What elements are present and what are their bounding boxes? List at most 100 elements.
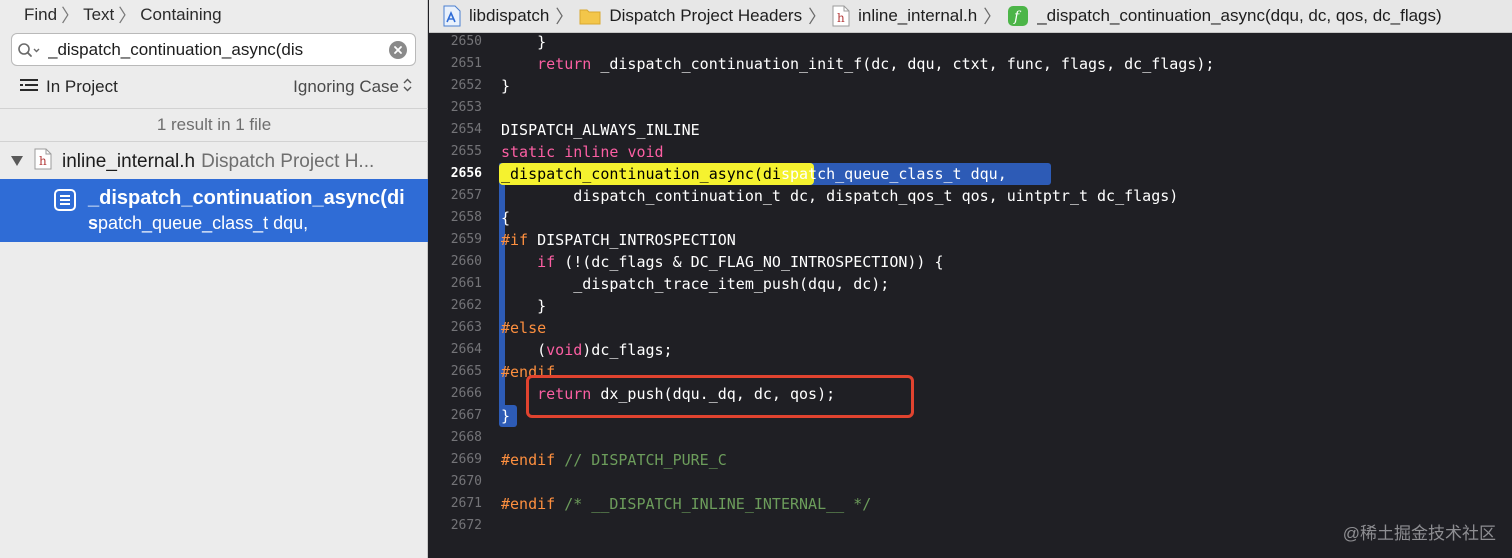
jumpbar-project-label: libdispatch <box>469 6 550 25</box>
scope-list-icon <box>20 77 38 97</box>
xcode-project-icon <box>443 5 461 27</box>
line-number: 2664 <box>450 342 482 357</box>
code-line[interactable]: 2668 <box>429 427 1512 449</box>
code-line[interactable]: 2656 _dispatch_continuation_async(dispatc… <box>429 163 1512 185</box>
line-number: 2652 <box>450 78 482 93</box>
case-option-label: Ignoring Case <box>293 77 399 96</box>
line-source: { <box>501 209 511 227</box>
line-number: 2663 <box>450 320 482 335</box>
result-context-text: spatch_queue_class_t dqu, <box>88 213 308 234</box>
line-number: 2654 <box>450 122 482 137</box>
code-line[interactable]: 2651 return _dispatch_continuation_init_… <box>429 53 1512 75</box>
result-file-group: Dispatch Project H... <box>201 150 375 172</box>
line-source: DISPATCH_ALWAYS_INLINE <box>501 121 700 139</box>
chevron-right-icon: 〉 <box>983 7 1002 27</box>
updown-chevron-icon <box>403 77 412 97</box>
results-summary: 1 result in 1 file <box>0 108 428 142</box>
line-number: 2669 <box>450 452 482 467</box>
find-navigator: Find 〉 Text 〉 Containing _dispatch_conti… <box>0 0 428 558</box>
result-match-tail: s <box>88 213 99 233</box>
line-source: (void)dc_flags; <box>501 341 673 359</box>
jumpbar-group-label: Dispatch Project Headers <box>609 6 803 25</box>
code-line[interactable]: 2654 DISPATCH_ALWAYS_INLINE <box>429 119 1512 141</box>
find-mode-containing[interactable]: Containing <box>140 5 221 25</box>
function-symbol-icon: f <box>1007 5 1029 27</box>
jump-bar: libdispatch 〉 Dispatch Project Headers 〉 <box>429 0 1512 33</box>
line-number: 2665 <box>450 364 482 379</box>
result-file-name: inline_internal.h <box>62 150 196 172</box>
find-mode-find[interactable]: Find <box>24 5 57 25</box>
line-number: 2668 <box>450 430 482 445</box>
search-icon[interactable] <box>12 33 48 66</box>
jumpbar-symbol[interactable]: f _dispatch_continuation_async(dqu, dc, … <box>1007 5 1442 27</box>
code-line[interactable]: 2671 #endif /* __DISPATCH_INLINE_INTERNAL… <box>429 493 1512 515</box>
find-mode-text[interactable]: Text <box>83 5 114 25</box>
search-scope-row: In Project Ignoring Case <box>0 72 428 102</box>
result-file-row[interactable]: h inline_internal.h Dispatch Project H..… <box>0 145 428 178</box>
code-line[interactable]: 2663 #else <box>429 317 1512 339</box>
line-source: #endif // DISPATCH_PURE_C <box>501 451 727 469</box>
source-editor: libdispatch 〉 Dispatch Project Headers 〉 <box>429 0 1512 558</box>
code-line[interactable]: 2659 #if DISPATCH_INTROSPECTION <box>429 229 1512 251</box>
code-line[interactable]: 2655 static inline void <box>429 141 1512 163</box>
line-number: 2657 <box>450 188 482 203</box>
xcode-window: Find 〉 Text 〉 Containing _dispatch_conti… <box>0 0 1512 558</box>
line-source: #endif /* __DISPATCH_INLINE_INTERNAL__ *… <box>501 495 872 513</box>
line-source: _dispatch_trace_item_push(dqu, dc); <box>501 275 890 293</box>
header-file-icon: h <box>832 5 850 27</box>
line-source: } <box>501 407 511 425</box>
code-line[interactable]: 2670 <box>429 471 1512 493</box>
svg-text:h: h <box>39 154 47 168</box>
code-line[interactable]: 2653 <box>429 97 1512 119</box>
watermark: @稀土掘金技术社区 <box>1342 524 1496 543</box>
search-result-item[interactable]: _dispatch_continuation_async(di spatch_q… <box>0 179 428 242</box>
jumpbar-file-label: inline_internal.h <box>858 6 978 25</box>
jumpbar-symbol-label: _dispatch_continuation_async(dqu, dc, qo… <box>1037 6 1442 25</box>
svg-text:h: h <box>837 11 845 25</box>
line-number: 2650 <box>450 34 482 49</box>
line-number: 2658 <box>450 210 482 225</box>
code-line[interactable]: 2658 { <box>429 207 1512 229</box>
search-input[interactable] <box>48 34 389 65</box>
line-number: 2660 <box>450 254 482 269</box>
code-area[interactable]: 2650 } 2651 return _dispatch_continuation… <box>429 33 1512 558</box>
code-line[interactable]: 2661 _dispatch_trace_item_push(dqu, dc); <box>429 273 1512 295</box>
chevron-right-icon: 〉 <box>61 6 80 26</box>
line-source: } <box>501 77 511 95</box>
code-line[interactable]: 2650 } <box>429 33 1512 53</box>
find-mode-bar: Find 〉 Text 〉 Containing <box>0 0 428 30</box>
line-source: static inline void <box>501 143 664 161</box>
line-source: _dispatch_continuation_async(dispatch_qu… <box>501 165 1007 183</box>
jumpbar-file[interactable]: h inline_internal.h <box>832 5 977 27</box>
code-line[interactable]: 2662 } <box>429 295 1512 317</box>
search-field[interactable] <box>11 33 416 66</box>
line-source: if (!(dc_flags & DC_FLAG_NO_INTROSPECTIO… <box>537 253 944 271</box>
line-number: 2666 <box>450 386 482 401</box>
code-line[interactable]: 2660 if (!(dc_flags & DC_FLAG_NO_INTROSP… <box>429 251 1512 273</box>
folder-icon <box>579 7 601 25</box>
jumpbar-project[interactable]: libdispatch <box>443 5 549 27</box>
line-number: 2672 <box>450 518 482 533</box>
line-source: } <box>501 297 547 315</box>
line-number: 2670 <box>450 474 482 489</box>
code-line[interactable]: 2652} <box>429 75 1512 97</box>
code-line[interactable]: 2657 dispatch_continuation_t dc, dispatc… <box>429 185 1512 207</box>
disclosure-triangle-icon[interactable] <box>10 151 24 173</box>
result-context-rest: patch_queue_class_t dqu, <box>98 213 309 233</box>
scope-selector[interactable]: In Project <box>20 77 118 97</box>
clear-search-icon[interactable] <box>389 40 407 59</box>
chevron-right-icon: 〉 <box>808 7 827 27</box>
case-sensitivity-select[interactable]: Ignoring Case <box>293 77 412 97</box>
header-file-icon: h <box>34 148 52 176</box>
text-result-icon <box>54 189 76 216</box>
jumpbar-group[interactable]: Dispatch Project Headers <box>579 6 802 26</box>
code-line[interactable]: 2664 (void)dc_flags; <box>429 339 1512 361</box>
annotation-box <box>526 375 914 418</box>
scope-label: In Project <box>46 77 118 96</box>
line-source: #else <box>501 319 547 337</box>
line-number: 2667 <box>450 408 482 423</box>
line-number: 2662 <box>450 298 482 313</box>
code-line[interactable]: 2669 #endif // DISPATCH_PURE_C <box>429 449 1512 471</box>
line-source: #if DISPATCH_INTROSPECTION <box>501 231 736 249</box>
line-source: return _dispatch_continuation_init_f(dc,… <box>537 55 1215 73</box>
